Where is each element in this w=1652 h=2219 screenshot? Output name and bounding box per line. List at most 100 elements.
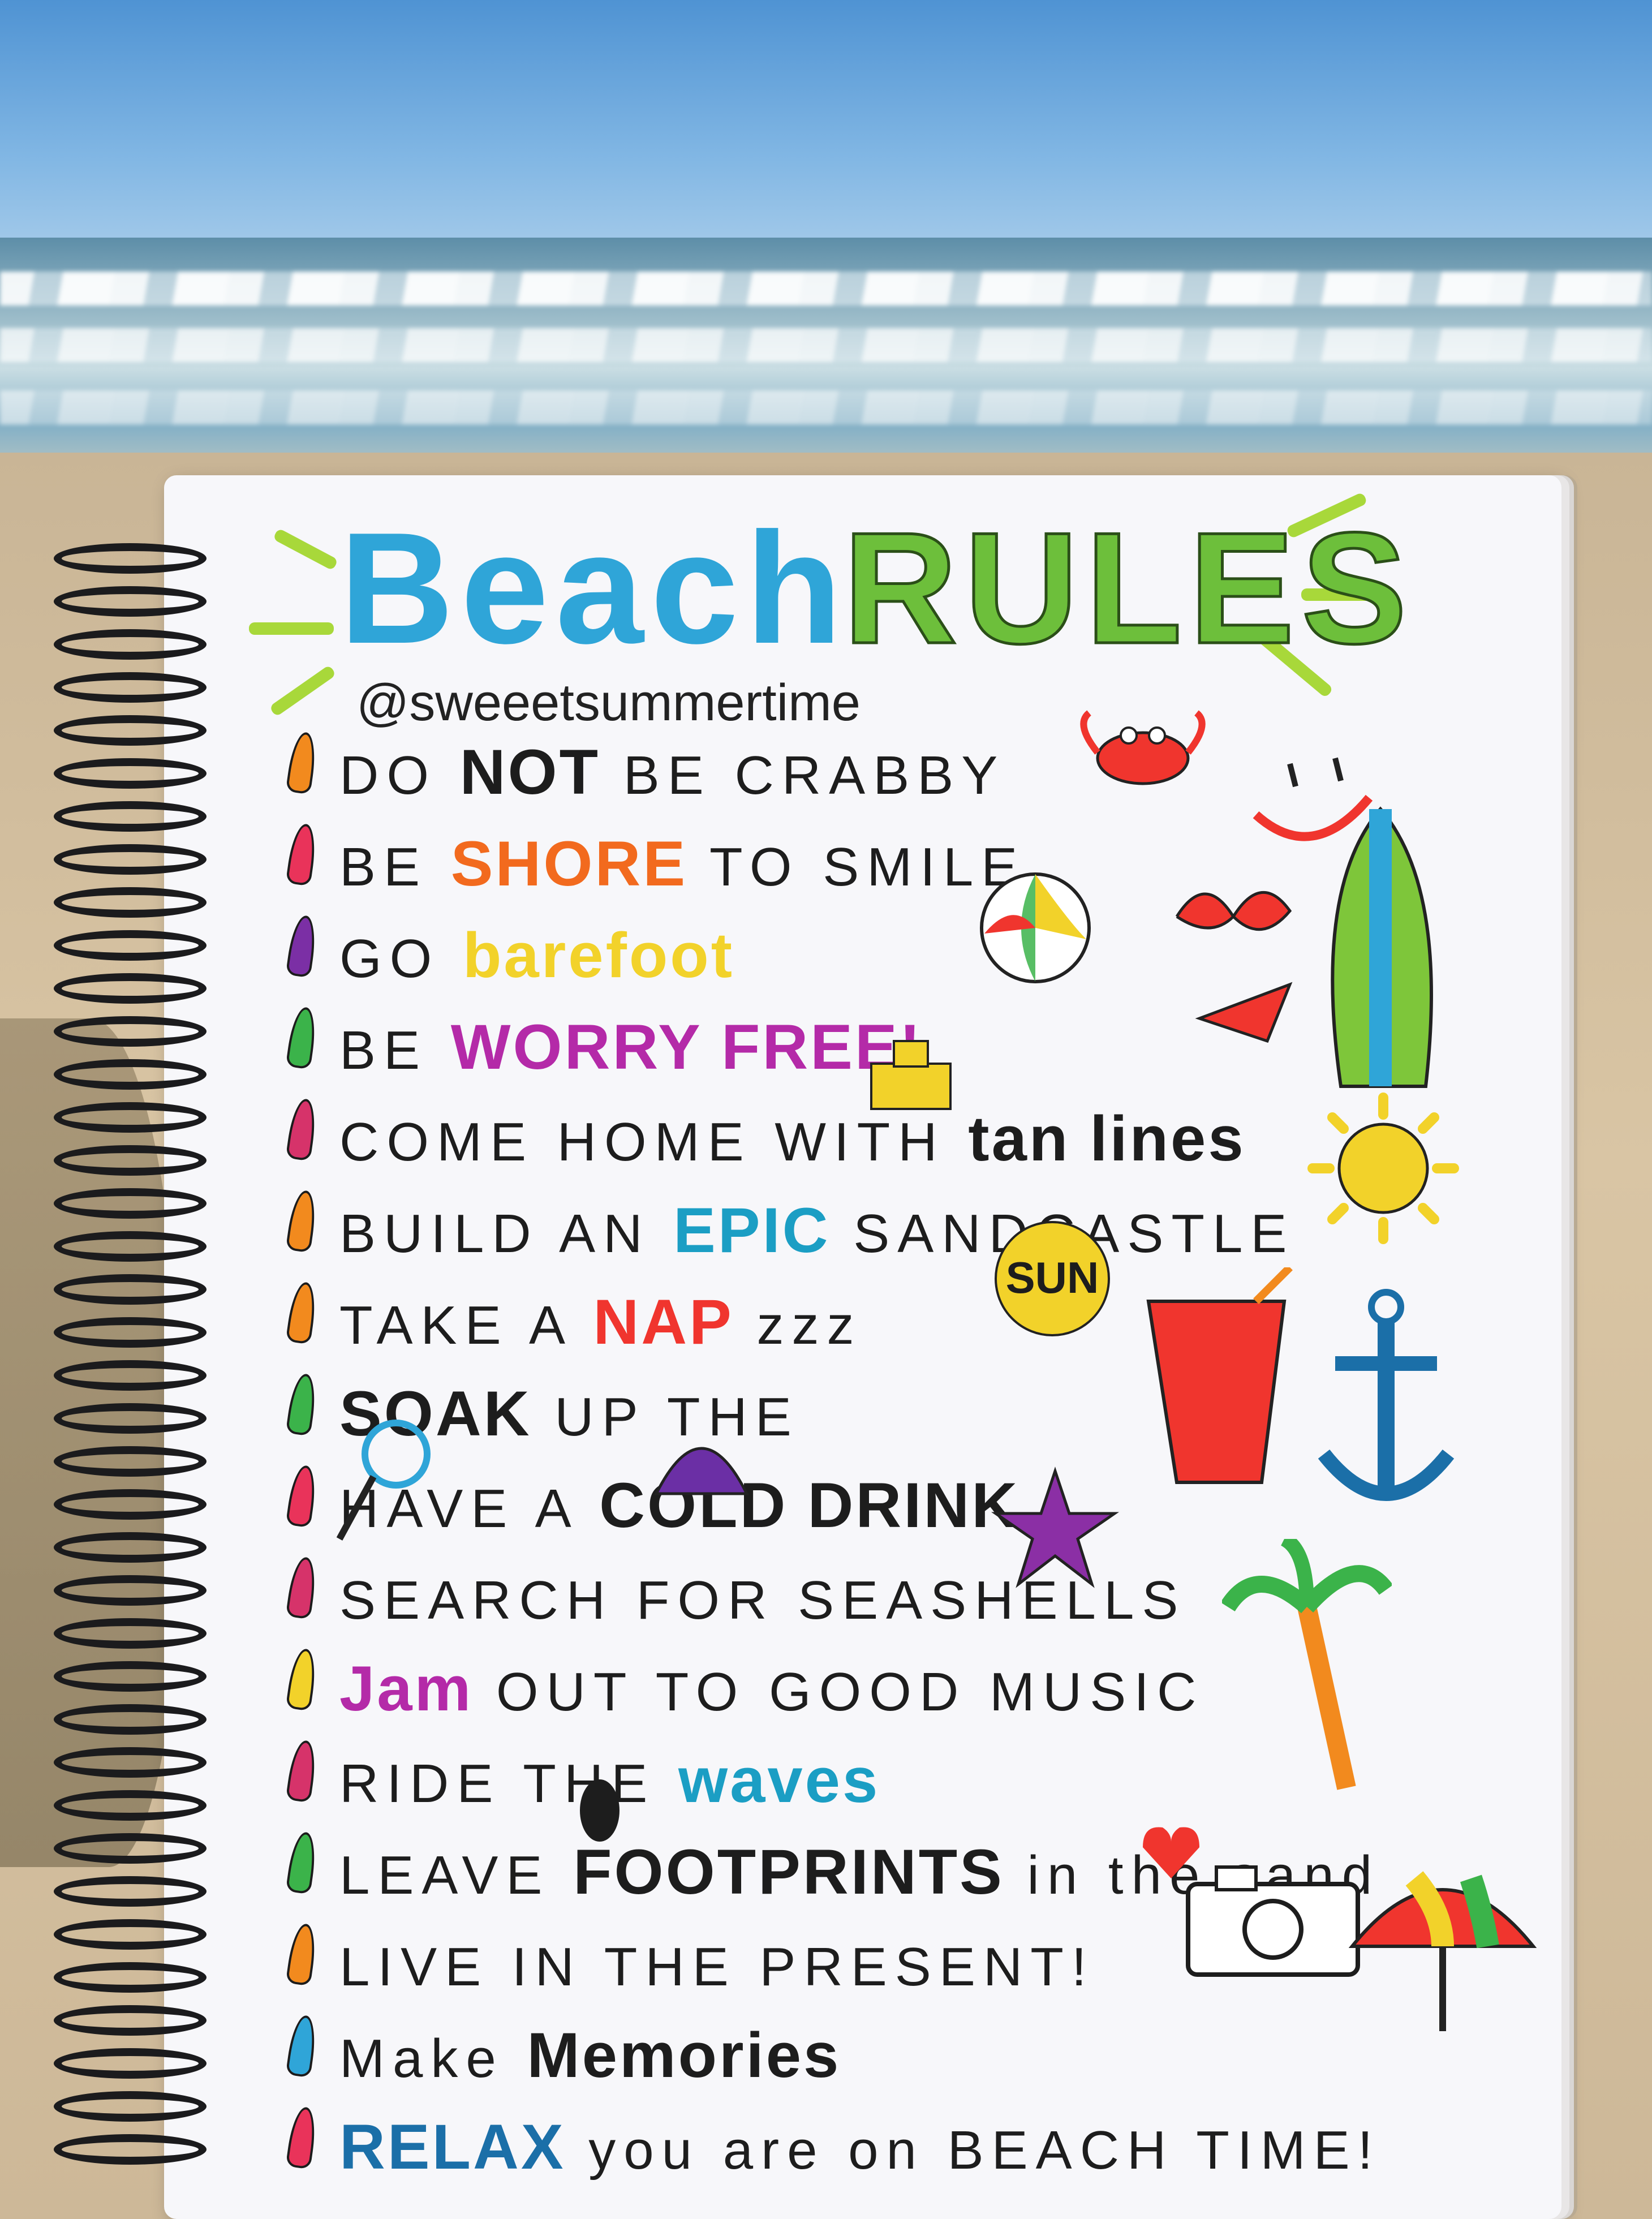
rule-text: BUILD AN: [339, 1203, 674, 1264]
spiral-coil: [54, 1618, 206, 1649]
rule-bullet-icon: [285, 2014, 319, 2078]
crab-icon: [1080, 710, 1206, 785]
spiral-coil: [54, 887, 206, 918]
beach-ball-icon: [980, 872, 1091, 983]
rule-text: BE CRABBY: [600, 745, 1006, 806]
rule-highlight: NAP: [593, 1287, 734, 1357]
rule-text: DO: [339, 745, 460, 806]
rule-bullet-icon: [285, 914, 319, 978]
spiral-coil: [54, 1102, 206, 1133]
rule-bullet-icon: [285, 1647, 319, 1711]
rule-highlight: EPIC: [673, 1195, 831, 1266]
rule-highlight: RELAX: [339, 2112, 566, 2182]
spiral-coil: [54, 1790, 206, 1821]
rule-bullet-icon: [285, 1005, 319, 1070]
rule-highlight: SHORE: [450, 828, 688, 899]
rule-text: GO: [339, 928, 463, 989]
ray-mark: [249, 622, 334, 635]
spiral-coil: [54, 1575, 206, 1606]
title-beach: Beach: [339, 500, 849, 677]
spiral-coil: [54, 1704, 206, 1735]
rule-text: BE: [339, 1020, 451, 1081]
rule-bullet-icon: [285, 1830, 319, 1895]
ray-mark: [272, 528, 339, 571]
spiral-coil: [54, 2005, 206, 2036]
rule-text: TAKE A: [339, 1295, 593, 1356]
spiral-coil: [54, 629, 206, 660]
spiral-coil: [54, 1059, 206, 1090]
rule-text: Make: [339, 2028, 527, 2089]
spiral-coil: [54, 1833, 206, 1864]
rule-highlight: Jam: [339, 1653, 474, 1724]
rule-text: LEAVE: [339, 1845, 574, 1906]
rule-text: SEARCH FOR: [339, 1570, 798, 1631]
spiral-coil: [54, 2134, 206, 2165]
rule-highlight: WORRY FREE!: [450, 1012, 923, 1082]
spiral-coil: [54, 2091, 206, 2122]
rule-item: BE SHORE TO SMILE: [339, 827, 1025, 900]
rule-text: zzz: [733, 1295, 862, 1356]
rule-item: Jam OUT TO GOOD MUSIC: [339, 1652, 1204, 1725]
title-rules: RULES: [842, 499, 1414, 678]
spiral-coil: [54, 1661, 206, 1692]
palm-tree-icon: [1222, 1539, 1392, 1790]
rule-item: LIVE IN THE PRESENT!: [339, 1927, 1095, 2000]
rule-bullet-icon: [285, 822, 319, 887]
rule-bullet-icon: [285, 730, 319, 795]
spiral-coil: [54, 586, 206, 617]
spiral-coil: [54, 1489, 206, 1520]
spiral-coil: [54, 1188, 206, 1219]
rule-bullet-icon: [285, 1280, 319, 1345]
spiral-coil: [54, 1317, 206, 1348]
rule-text: OUT TO GOOD MUSIC: [473, 1662, 1204, 1722]
rule-highlight: waves: [678, 1745, 880, 1816]
rule-highlight: Memories: [527, 2020, 841, 2091]
magnifier-icon: [336, 1420, 431, 1541]
rule-text: LIVE IN THE PRESENT!: [339, 1937, 1095, 1997]
spiral-coil: [54, 1532, 206, 1563]
rule-highlight: FOOTPRINTS: [573, 1837, 1004, 1907]
rule-bullet-icon: [285, 1555, 319, 1620]
rule-bullet-icon: [285, 1464, 319, 1528]
rule-item: COME HOME WITH tan lines: [339, 1102, 1246, 1175]
spiral-coil: [54, 672, 206, 703]
spiral-coil: [54, 1962, 206, 1993]
starfish-icon: [991, 1467, 1120, 1588]
spiral-coil: [54, 1145, 206, 1176]
spiral-coil: [54, 973, 206, 1004]
rule-bullet-icon: [285, 1922, 319, 1986]
seashell-icon: [653, 1447, 750, 1495]
spiral-coil: [54, 1919, 206, 1950]
spiral-coil: [54, 1876, 206, 1907]
spiral-coil: [54, 844, 206, 875]
spiral-coil: [54, 1446, 206, 1477]
spiral-coil: [54, 758, 206, 789]
spiral-coil: [54, 1274, 206, 1305]
sun-icon: [1307, 1093, 1459, 1244]
umbrella-icon: [1348, 1871, 1537, 2031]
author-handle: @sweeetsummertime: [356, 674, 861, 732]
spiral-coil: [54, 715, 206, 746]
rule-item: Make Memories: [339, 2019, 841, 2092]
surfboard-icon: [1331, 806, 1433, 1088]
footprint-icon: [580, 1779, 620, 1842]
anchor-icon: [1318, 1289, 1455, 1501]
rule-bullet-icon: [285, 2105, 319, 2170]
spiral-coil: [54, 801, 206, 832]
rule-bullet-icon: [285, 1372, 319, 1437]
drink-icon: [1146, 1267, 1293, 1484]
spiral-coil: [54, 2048, 206, 2079]
sun-label: SUN: [1006, 1253, 1099, 1302]
sandcastle-icon: [870, 1040, 952, 1110]
rule-bullet-icon: [285, 1189, 319, 1253]
rule-bullet-icon: [285, 1097, 319, 1162]
spiral-coil: [54, 1360, 206, 1391]
rule-item: DO NOT BE CRABBY: [339, 736, 1005, 809]
rule-text: BE: [339, 837, 451, 897]
rule-highlight: NOT: [459, 737, 601, 807]
rule-text: COME HOME WITH: [339, 1112, 969, 1172]
camera-icon: [1186, 1865, 1360, 1977]
spiral-coil: [54, 1747, 206, 1778]
rule-item: RELAX you are on BEACH TIME!: [339, 2110, 1380, 2183]
rule-highlight: barefoot: [463, 920, 735, 991]
